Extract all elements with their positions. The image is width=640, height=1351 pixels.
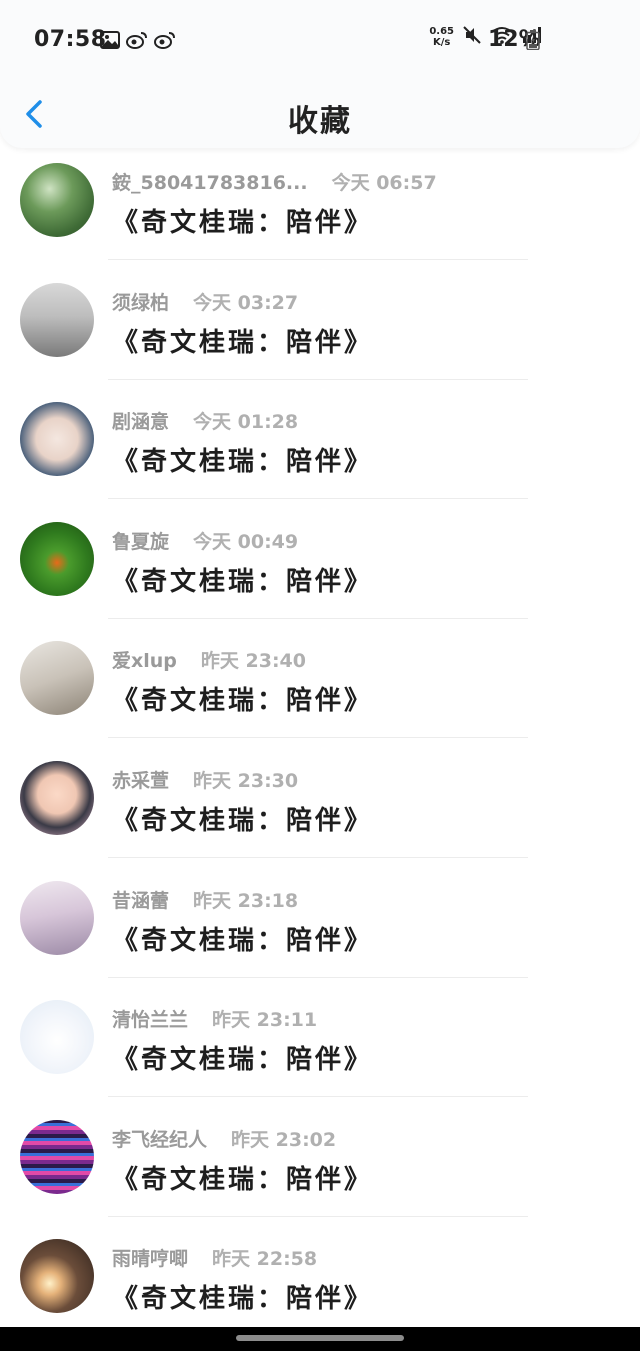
- avatar[interactable]: [20, 163, 94, 237]
- item-time: 今天 03:27: [193, 291, 299, 314]
- item-content: 《奇文桂瑞：陪伴》: [112, 327, 374, 358]
- notification-icons: [100, 31, 176, 53]
- avatar[interactable]: [20, 641, 94, 716]
- user-name[interactable]: 鲁夏旋: [112, 531, 169, 553]
- list-item[interactable]: 赤采萱 昨天 23:30 《奇文桂瑞：陪伴》: [0, 748, 640, 868]
- list-item[interactable]: 銨_58041783816... 今天 06:57 《奇文桂瑞：陪伴》: [0, 150, 640, 270]
- item-content: 《奇文桂瑞：陪伴》: [112, 805, 374, 836]
- user-name[interactable]: 剧涵意: [112, 411, 169, 433]
- divider: [108, 259, 528, 260]
- status-bar: 07:58 0.65 K/s 12%: [0, 0, 640, 82]
- list-item[interactable]: 鲁夏旋 今天 00:49 《奇文桂瑞：陪伴》: [0, 509, 640, 629]
- avatar[interactable]: [20, 521, 94, 596]
- divider: [108, 856, 528, 858]
- gesture-bar: [0, 1327, 640, 1351]
- net-speed-value: 0.65: [429, 26, 454, 37]
- battery-icon: [526, 30, 540, 54]
- list-item[interactable]: 昔涵蕾 昨天 23:18 《奇文桂瑞：陪伴》: [0, 868, 640, 988]
- item-time: 今天 06:57: [331, 172, 437, 194]
- nav-bar: 收藏: [0, 82, 640, 148]
- app-header: 07:58 0.65 K/s 12% 收藏: [0, 0, 640, 148]
- user-name[interactable]: 昔涵蕾: [112, 890, 169, 912]
- item-time: 昨天 23:40: [200, 650, 307, 673]
- item-time: 今天 00:49: [193, 530, 299, 553]
- item-content: 《奇文桂瑞：陪伴》: [112, 925, 374, 956]
- divider: [108, 976, 528, 978]
- item-content: 《奇文桂瑞：陪伴》: [112, 208, 374, 238]
- item-time: 昨天 23:02: [231, 1128, 337, 1151]
- net-speed-unit: K/s: [432, 37, 451, 48]
- item-time: 今天 01:28: [193, 411, 299, 434]
- item-content: 《奇文桂瑞：陪伴》: [112, 1164, 374, 1195]
- divider: [108, 617, 528, 619]
- item-content: 《奇文桂瑞：陪伴》: [112, 1284, 374, 1315]
- user-name[interactable]: 李飞经纪人: [112, 1129, 207, 1151]
- divider: [108, 378, 528, 380]
- divider: [108, 737, 528, 739]
- user-name[interactable]: 雨晴哼唧: [112, 1248, 188, 1270]
- item-content: 《奇文桂瑞：陪伴》: [112, 566, 374, 597]
- user-name[interactable]: 赤采萱: [112, 770, 169, 792]
- list-item[interactable]: 剧涵意 今天 01:28 《奇文桂瑞：陪伴》: [0, 389, 640, 509]
- avatar[interactable]: [20, 880, 94, 955]
- weibo-icon: [126, 31, 148, 53]
- list-item[interactable]: 爱xlup 昨天 23:40 《奇文桂瑞：陪伴》: [0, 628, 640, 748]
- page-title: 收藏: [288, 104, 352, 139]
- user-name[interactable]: 清怡兰兰: [112, 1009, 188, 1031]
- avatar[interactable]: [20, 282, 94, 357]
- list-item[interactable]: 清怡兰兰 昨天 23:11 《奇文桂瑞：陪伴》: [0, 987, 640, 1107]
- status-time: 07:58: [34, 27, 107, 52]
- avatar[interactable]: [20, 1119, 94, 1194]
- avatar[interactable]: [20, 402, 94, 477]
- divider: [108, 1215, 528, 1217]
- item-time: 昨天 23:30: [193, 769, 299, 792]
- avatar[interactable]: [20, 1239, 94, 1314]
- net-speed: 0.65 K/s: [429, 26, 454, 48]
- weibo-icon: [154, 31, 176, 53]
- avatar[interactable]: [20, 760, 94, 835]
- image-icon: [100, 31, 120, 53]
- list-item[interactable]: 李飞经纪人 昨天 23:02 《奇文桂瑞：陪伴》: [0, 1107, 640, 1227]
- user-name[interactable]: 须绿柏: [112, 292, 169, 314]
- divider: [108, 1096, 528, 1098]
- mute-icon: [462, 25, 482, 49]
- item-time: 昨天 23:11: [212, 1009, 318, 1032]
- item-content: 《奇文桂瑞：陪伴》: [112, 1045, 374, 1076]
- home-indicator[interactable]: [236, 1335, 404, 1341]
- divider: [108, 498, 528, 500]
- item-time: 昨天 23:18: [193, 889, 299, 912]
- item-content: 《奇文桂瑞：陪伴》: [112, 686, 374, 717]
- item-time: 昨天 22:58: [212, 1248, 318, 1271]
- favorites-list: 銨_58041783816... 今天 06:57 《奇文桂瑞：陪伴》 须绿柏 今天…: [0, 150, 640, 1346]
- user-name[interactable]: 銨_58041783816...: [112, 172, 308, 194]
- item-content: 《奇文桂瑞：陪伴》: [112, 447, 374, 478]
- user-name[interactable]: 爱xlup: [112, 650, 177, 672]
- list-item[interactable]: 须绿柏 今天 03:27 《奇文桂瑞：陪伴》: [0, 270, 640, 390]
- avatar[interactable]: [20, 1000, 94, 1075]
